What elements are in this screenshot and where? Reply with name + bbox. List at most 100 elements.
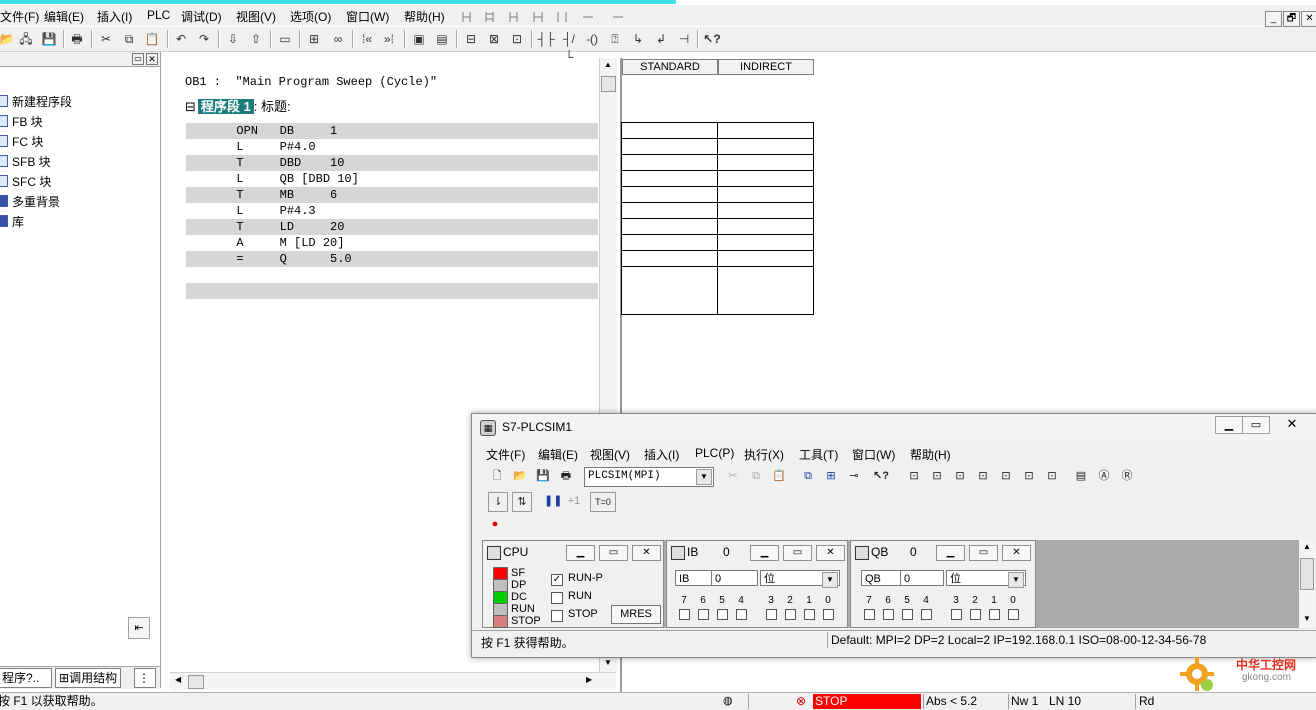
- code-line[interactable]: = Q 5.0: [186, 251, 598, 267]
- ib-format-select[interactable]: 位 ▼: [760, 570, 840, 588]
- bookmark-next-icon[interactable]: »⁞: [380, 30, 398, 48]
- undo-icon[interactable]: ↶: [172, 30, 190, 48]
- plcsim-vertical-scrollbar[interactable]: ▲ ▼: [1298, 540, 1315, 628]
- record-icon[interactable]: ●: [486, 515, 504, 533]
- plcsim-maximize-button[interactable]: ▭: [1242, 416, 1270, 434]
- run-p-checkbox[interactable]: ✓: [551, 574, 563, 586]
- empty-network[interactable]: [186, 283, 598, 299]
- pin-icon[interactable]: ⊸: [845, 467, 863, 485]
- plcsim-menu-insert[interactable]: 插入(I): [644, 446, 679, 463]
- stack-icon[interactable]: ▤: [1072, 467, 1090, 485]
- code-line[interactable]: T MB 6: [186, 187, 598, 203]
- open-icon[interactable]: 📂: [511, 467, 529, 485]
- plcsim-menu-view[interactable]: 视图(V): [590, 446, 630, 463]
- cut-icon[interactable]: ✂: [724, 467, 742, 485]
- help-icon[interactable]: ↖?: [703, 30, 721, 48]
- scroll-down-icon[interactable]: ▼: [604, 658, 612, 667]
- block-registers-icon[interactable]: Ⓡ: [1118, 467, 1136, 485]
- menu-help[interactable]: 帮助(H): [404, 8, 445, 25]
- scroll-thumb[interactable]: [601, 76, 616, 92]
- branch-close-icon[interactable]: ↲: [652, 30, 670, 48]
- copy-icon[interactable]: ⧉: [120, 30, 138, 48]
- paste-icon[interactable]: 📋: [143, 30, 161, 48]
- tree-item-new-network[interactable]: 新建程序段: [0, 92, 72, 112]
- copy-icon[interactable]: ⧉: [747, 467, 765, 485]
- ib-bit-checkbox[interactable]: [736, 609, 747, 620]
- plcsim-menu-window[interactable]: 窗口(W): [852, 446, 895, 463]
- ib-bit-checkbox[interactable]: [823, 609, 834, 620]
- qb-bit-checkbox[interactable]: [902, 609, 913, 620]
- scroll-down-icon[interactable]: ▼: [1303, 614, 1311, 623]
- scroll-thumb[interactable]: [1300, 558, 1314, 590]
- overview-icon[interactable]: ▣: [410, 30, 428, 48]
- panel-scroll-button[interactable]: ⇤: [128, 617, 150, 639]
- ib-bit-checkbox[interactable]: [804, 609, 815, 620]
- panel-float-button[interactable]: ▭: [132, 53, 144, 65]
- mdi-close-button[interactable]: ✕: [1301, 11, 1316, 27]
- scroll-left-icon[interactable]: ◀: [175, 675, 181, 684]
- code-line[interactable]: L QB [DBD 10]: [186, 171, 598, 187]
- single-scan-icon[interactable]: ⇂: [488, 492, 508, 512]
- code-line[interactable]: T DBD 10: [186, 155, 598, 171]
- code-line[interactable]: L P#4.3: [186, 203, 598, 219]
- plcsim-title-bar[interactable]: ▦ S7-PLCSIM1 ▁ ▭ ✕: [472, 414, 1316, 440]
- accessible-nodes-icon[interactable]: 🖧: [17, 30, 35, 48]
- editor-horizontal-scrollbar[interactable]: ◀ ▶: [170, 672, 616, 690]
- contact-icon[interactable]: ┤├: [537, 30, 555, 48]
- plcsim-minimize-button[interactable]: ▁: [1215, 416, 1242, 434]
- ib-bit-checkbox[interactable]: [698, 609, 709, 620]
- cpu-close-button[interactable]: ✕: [632, 545, 661, 561]
- monitor-icon[interactable]: ▭: [276, 30, 294, 48]
- next-scan-button[interactable]: +1: [562, 492, 586, 510]
- plcsim-menu-execute[interactable]: 执行(X): [744, 446, 784, 463]
- tab-program-elements[interactable]: 程序?..: [0, 668, 52, 688]
- insert-output-icon[interactable]: ⊡: [928, 467, 946, 485]
- ib-bit-checkbox[interactable]: [785, 609, 796, 620]
- save-icon[interactable]: 💾: [534, 467, 552, 485]
- ib-close-button[interactable]: ✕: [816, 545, 845, 561]
- menu-plc[interactable]: PLC: [147, 8, 170, 22]
- network-icon[interactable]: ⊞: [305, 30, 323, 48]
- plcsim-close-button[interactable]: ✕: [1277, 416, 1307, 432]
- cpu-minimize-button[interactable]: ▁: [566, 545, 595, 561]
- menu-insert[interactable]: 插入(I): [97, 8, 132, 25]
- insert-counter-icon[interactable]: ⊡: [997, 467, 1015, 485]
- insert-timer-icon[interactable]: ⊡: [974, 467, 992, 485]
- code-line[interactable]: L P#4.0: [186, 139, 598, 155]
- qb-maximize-button[interactable]: ▭: [969, 545, 998, 561]
- code-line[interactable]: A M [LD 20]: [186, 235, 598, 251]
- insert-input-icon[interactable]: ⊡: [905, 467, 923, 485]
- ib-bit-checkbox[interactable]: [679, 609, 690, 620]
- ib-address-field[interactable]: 0: [711, 570, 758, 586]
- chevron-down-icon[interactable]: ▼: [696, 469, 712, 485]
- menu-debug[interactable]: 调试(D): [181, 8, 222, 25]
- menu-file[interactable]: 文件(F): [0, 8, 39, 25]
- scroll-thumb[interactable]: [188, 675, 204, 689]
- tree-item-fc[interactable]: FC 块: [0, 132, 43, 152]
- plcsim-menu-plc[interactable]: PLC(P): [695, 446, 734, 460]
- new-icon[interactable]: 🗋: [488, 467, 506, 485]
- tab-more[interactable]: ⋮: [134, 668, 156, 688]
- tree-item-multi-instance[interactable]: 多重背景: [0, 192, 60, 212]
- insert-vertical-bits-icon[interactable]: ⊡: [1043, 467, 1061, 485]
- panel-close-button[interactable]: ✕: [146, 53, 158, 65]
- download-icon[interactable]: ⇩: [224, 30, 242, 48]
- plcsim-menu-edit[interactable]: 编辑(E): [538, 446, 578, 463]
- tree-item-sfb[interactable]: SFB 块: [0, 152, 51, 172]
- mdi-minimize-button[interactable]: _: [1265, 11, 1282, 27]
- qb-bit-checkbox[interactable]: [864, 609, 875, 620]
- save-icon[interactable]: 💾: [40, 30, 58, 48]
- connection-icon[interactable]: ⊠: [485, 30, 503, 48]
- tile-icon[interactable]: ⊞: [822, 467, 840, 485]
- coil-icon[interactable]: -(): [583, 30, 601, 48]
- network-header[interactable]: ⊟ 程序段 1: 标题:: [185, 98, 291, 116]
- tree-item-sfc[interactable]: SFC 块: [0, 172, 51, 192]
- nc-contact-icon[interactable]: ┤/├: [560, 30, 578, 64]
- run-checkbox[interactable]: [551, 592, 563, 604]
- scroll-up-icon[interactable]: ▲: [604, 60, 612, 69]
- cut-icon[interactable]: ✂: [97, 30, 115, 48]
- qb-close-button[interactable]: ✕: [1002, 545, 1031, 561]
- tree-item-fb[interactable]: FB 块: [0, 112, 43, 132]
- qb-area-field[interactable]: QB: [861, 570, 901, 586]
- insert-bit-memory-icon[interactable]: ⊡: [951, 467, 969, 485]
